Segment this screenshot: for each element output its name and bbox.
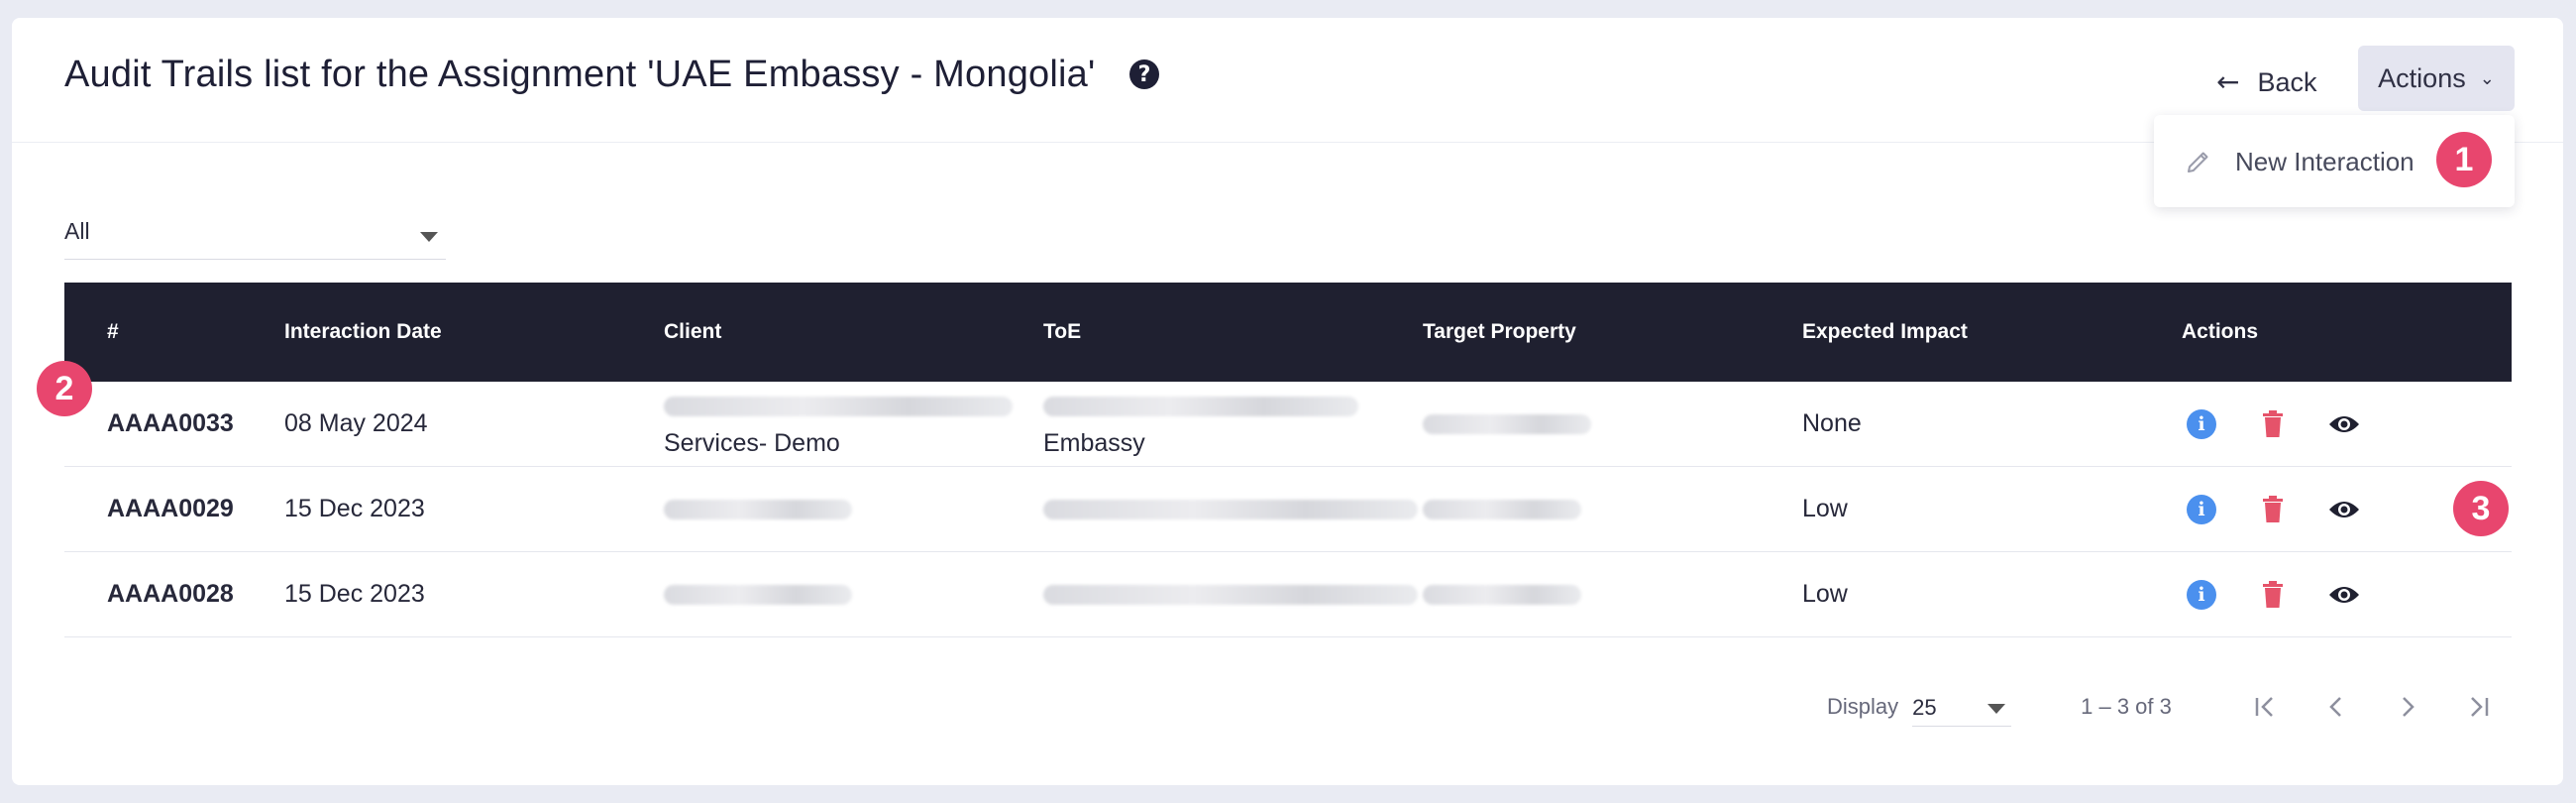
info-button[interactable]: i <box>2182 490 2221 529</box>
chevron-right-icon <box>2403 697 2415 717</box>
row-impact: Low <box>1802 580 1848 608</box>
info-icon: i <box>2187 408 2216 439</box>
row-target-property <box>1423 580 1802 609</box>
caret-down-icon <box>420 232 438 242</box>
trash-icon <box>2263 409 2283 437</box>
view-button[interactable] <box>2324 490 2364 529</box>
row-actions: i <box>2182 575 2512 615</box>
info-icon: i <box>2187 579 2216 610</box>
row-target-property <box>1423 409 1802 438</box>
redacted-text <box>1423 585 1581 606</box>
info-icon: i <box>2187 494 2216 524</box>
table-row: AAAA0029 15 Dec 2023 Low i <box>64 467 2512 552</box>
delete-button[interactable] <box>2253 490 2293 529</box>
trash-icon <box>2263 495 2283 522</box>
annotation-marker-3: 3 <box>2453 481 2509 536</box>
annotation-marker-1: 1 <box>2436 132 2492 187</box>
previous-page-button[interactable] <box>2301 682 2372 732</box>
actions-button[interactable]: Actions ⌄ <box>2358 46 2515 111</box>
back-label: Back <box>2257 66 2317 97</box>
chevron-down-icon: ⌄ <box>2479 67 2495 89</box>
display-label: Display <box>1827 694 1899 719</box>
table-header: # Interaction Date Client ToE Target Pro… <box>64 283 2512 382</box>
redacted-text <box>1043 396 1358 416</box>
arrow-left-icon: ← <box>2216 65 2240 98</box>
eye-icon <box>2329 501 2359 517</box>
column-header-expected-impact[interactable]: Expected Impact <box>1802 320 2182 344</box>
row-date: 15 Dec 2023 <box>284 495 425 522</box>
pagination: Display 25 1 – 3 of 3 <box>1827 677 2515 737</box>
view-button[interactable] <box>2324 404 2364 444</box>
table-row: AAAA0033 08 May 2024 Services- Demo Emba… <box>64 382 2512 467</box>
trash-icon <box>2263 580 2283 608</box>
chevron-left-icon <box>2329 697 2342 717</box>
row-target-property <box>1423 495 1802 523</box>
row-actions: i <box>2182 404 2512 444</box>
column-header-toe[interactable]: ToE <box>1043 320 1423 344</box>
redacted-text <box>1423 414 1591 435</box>
new-interaction-label: New Interaction <box>2235 146 2415 176</box>
row-client <box>664 495 1043 523</box>
last-page-button[interactable] <box>2443 682 2515 732</box>
table-row: AAAA0028 15 Dec 2023 Low i <box>64 552 2512 637</box>
status-filter-select[interactable]: All <box>64 212 446 260</box>
delete-button[interactable] <box>2253 404 2293 444</box>
back-button[interactable]: ← Back <box>2216 57 2317 107</box>
delete-button[interactable] <box>2253 575 2293 615</box>
row-date: 15 Dec 2023 <box>284 580 425 608</box>
redacted-text <box>664 585 852 606</box>
row-toe <box>1043 495 1423 523</box>
first-page-button[interactable] <box>2229 682 2301 732</box>
column-header-interaction-date[interactable]: Interaction Date <box>284 320 664 344</box>
row-impact: Low <box>1802 495 1848 522</box>
row-toe <box>1043 580 1423 609</box>
filter-selected-value: All <box>64 218 90 244</box>
row-client-line2: Services- Demo <box>664 428 840 457</box>
eye-icon <box>2329 586 2359 603</box>
row-toe: Embassy <box>1043 387 1423 462</box>
main-card: Audit Trails list for the Assignment 'UA… <box>12 18 2563 785</box>
redacted-text <box>1423 500 1581 520</box>
question-circle-icon[interactable]: ? <box>1129 59 1159 89</box>
caret-down-icon <box>1987 704 2006 714</box>
row-impact: None <box>1802 409 1862 437</box>
page-range: 1 – 3 of 3 <box>2081 694 2172 719</box>
audit-trails-table: # Interaction Date Client ToE Target Pro… <box>64 283 2512 637</box>
column-header-actions: Actions <box>2182 320 2259 343</box>
row-date: 08 May 2024 <box>284 409 428 437</box>
page-title: Audit Trails list for the Assignment 'UA… <box>64 54 1096 95</box>
last-page-icon <box>2471 697 2489 717</box>
redacted-text <box>1043 500 1418 520</box>
row-id: AAAA0029 <box>107 495 234 522</box>
row-toe-line2: Embassy <box>1043 428 1145 457</box>
view-button[interactable] <box>2324 575 2364 615</box>
redacted-text <box>664 500 852 520</box>
actions-label: Actions <box>2378 62 2466 93</box>
page-size-value: 25 <box>1912 695 1937 720</box>
info-button[interactable]: i <box>2182 404 2221 444</box>
pencil-icon <box>2188 152 2208 172</box>
eye-icon <box>2329 415 2359 432</box>
row-id: AAAA0033 <box>107 409 234 437</box>
first-page-icon <box>2255 697 2274 717</box>
column-header-client[interactable]: Client <box>664 320 1043 344</box>
column-header-target-property[interactable]: Target Property <box>1423 320 1802 344</box>
column-header-number[interactable]: # <box>64 320 284 344</box>
redacted-text <box>1043 585 1418 606</box>
row-client: Services- Demo <box>664 387 1043 462</box>
next-page-button[interactable] <box>2372 682 2443 732</box>
annotation-marker-2: 2 <box>37 361 92 416</box>
new-interaction-menu-item[interactable]: New Interaction <box>2184 137 2415 186</box>
row-id: AAAA0028 <box>107 580 234 608</box>
page-size-select[interactable]: 25 <box>1912 687 2012 727</box>
redacted-text <box>664 396 1013 416</box>
info-button[interactable]: i <box>2182 575 2221 615</box>
row-client <box>664 580 1043 609</box>
